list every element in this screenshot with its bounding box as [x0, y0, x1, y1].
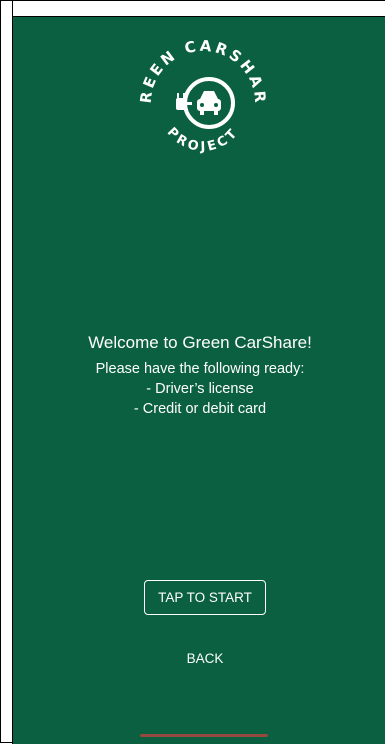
welcome-instruction: Please have the following ready:	[95, 361, 305, 377]
logo-bottom-text: PROJECT	[164, 125, 242, 155]
app-screen: GREEN CARSHARE PROJECT Welcome to Green …	[12, 17, 385, 744]
electric-car-plug-icon	[176, 77, 235, 129]
back-button[interactable]: BACK	[155, 648, 255, 670]
device-frame: GREEN CARSHARE PROJECT Welcome to Green …	[0, 0, 385, 744]
requirement-payment-card: - Credit or debit card	[133, 401, 267, 417]
welcome-title: Welcome to Green CarShare!	[88, 333, 312, 352]
green-carshare-logo: GREEN CARSHARE PROJECT	[133, 33, 269, 155]
logo-top-text: GREEN CARSHARE	[133, 33, 269, 106]
tap-to-start-button[interactable]: TAP TO START	[144, 580, 266, 615]
welcome-message: Welcome to Green CarShare! Please have t…	[13, 331, 385, 419]
top-strip	[12, 1, 385, 17]
home-indicator	[140, 734, 268, 737]
requirement-drivers-license: - Driver’s license	[146, 381, 254, 397]
